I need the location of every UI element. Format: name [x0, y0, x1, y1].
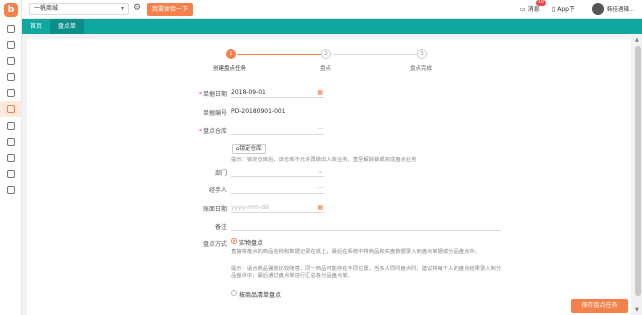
method-label: 盘点方式 [202, 241, 227, 248]
warehouse-icon[interactable] [7, 105, 15, 113]
messages-badge: 10 [536, 0, 546, 6]
step-2-label: 盘点 [320, 66, 332, 72]
scroll-up-icon[interactable]: ▲ [635, 37, 639, 43]
remark-field[interactable] [231, 221, 501, 231]
user-name[interactable]: 韩佳遇辣… [607, 5, 635, 13]
chevron-down-icon: ▾ [120, 5, 124, 12]
calendar-icon[interactable]: ▦ [317, 88, 323, 97]
account-date-label: 账面日期 [202, 206, 227, 213]
method-physical-hint: 提示：适合商品摆放比较随意，同一商品可能存在不同位置。当多人同时盘点时，建议将每… [231, 266, 502, 279]
number-label: 单据编号 [202, 110, 227, 117]
scroll-down-icon[interactable]: ▼ [635, 307, 639, 313]
more-icon[interactable]: ··· [317, 184, 323, 193]
feedback-button[interactable]: 我要体验一下 [147, 3, 193, 16]
number-value: PD-20180901-001 [231, 108, 286, 115]
save-task-button[interactable]: 保存盘点任务 [571, 299, 628, 313]
date-value: 2018-09-01 [231, 89, 266, 96]
step-3-circle: 3 [417, 49, 427, 59]
top-bar: 一帆商城 ▾ ⚙ 我要体验一下 ▭ 消息 10 ▯ App下 韩佳遇辣… [22, 0, 642, 19]
scrollbar[interactable]: ▲ ▼ [634, 36, 642, 315]
handler-label: 经手人 [208, 187, 227, 194]
method-physical-desc: 直接将盘点的商品名称和数据记录在纸上，最后在系统中将商品和实盘数据录入到盘点单据… [231, 249, 480, 255]
report-icon[interactable] [7, 122, 15, 130]
card-icon[interactable] [7, 138, 15, 146]
warehouse-label: *盘点仓库 [198, 128, 227, 135]
cart-icon[interactable] [7, 89, 15, 97]
more-icon[interactable]: ··· [317, 125, 323, 134]
step-connector-1 [237, 54, 321, 55]
box-icon[interactable] [7, 73, 15, 81]
method-physical-radio[interactable] [231, 238, 237, 244]
dept-select[interactable]: ⌄ [231, 167, 324, 177]
account-date-field[interactable]: yyyy-mm-dd ▦ [231, 203, 324, 213]
main-panel: 1 2 3 创建盘点任务 盘点 盘点完成 *单据日期 2018-09-01 ▦ … [27, 38, 631, 315]
home-icon[interactable] [7, 25, 15, 33]
refresh-icon[interactable] [7, 170, 15, 178]
warehouse-field[interactable]: ··· [231, 125, 324, 135]
avatar[interactable] [592, 3, 604, 15]
calendar-icon[interactable]: ▦ [317, 203, 323, 212]
method-list-label[interactable]: 按商品清单盘点 [239, 290, 281, 299]
dept-label: 部门 [214, 170, 227, 177]
date-field[interactable]: 2018-09-01 ▦ [231, 88, 324, 98]
document-icon[interactable] [7, 186, 15, 194]
step-1-circle: 1 [226, 49, 236, 59]
app-download-link[interactable]: ▯ App下 [552, 4, 575, 13]
step-3-label: 盘点完成 [410, 66, 433, 72]
scroll-thumb[interactable] [635, 46, 641, 296]
lock-hint: 提示：锁定仓库后，该仓库不允许再做出入库业务，直至解除锁或完成盘点业务 [231, 157, 417, 163]
calendar-icon[interactable] [7, 41, 15, 49]
lock-warehouse-button[interactable]: ⌂锁定仓库 [232, 144, 266, 154]
store-select-value: 一帆商城 [34, 5, 59, 12]
app-label: App下 [557, 6, 575, 13]
handler-field[interactable]: ··· [231, 184, 324, 194]
chevron-down-icon: ⌄ [317, 168, 323, 175]
user-icon[interactable] [7, 154, 15, 162]
left-sidebar: b [0, 0, 22, 315]
tab-home[interactable]: 首页 [24, 19, 48, 34]
account-date-placeholder: yyyy-mm-dd [231, 204, 269, 211]
method-physical-label[interactable]: 实物盘点 [239, 238, 263, 247]
tag-icon[interactable] [7, 57, 15, 65]
step-1-label: 创建盘点任务 [213, 66, 247, 72]
remark-label: 备注 [214, 224, 227, 231]
tab-bar: 首页 盘点单 [22, 19, 642, 34]
message-icon: ▭ [520, 6, 528, 13]
method-list-radio[interactable] [231, 290, 237, 296]
gear-icon[interactable]: ⚙ [133, 4, 141, 13]
tab-stocktake[interactable]: 盘点单 [50, 19, 85, 34]
messages-label: 消息 [527, 6, 540, 13]
step-connector-2 [333, 54, 417, 55]
step-2-circle: 2 [321, 49, 331, 59]
app-logo[interactable]: b [4, 3, 18, 17]
date-label: *单据日期 [198, 91, 227, 98]
store-select[interactable]: 一帆商城 ▾ [29, 3, 129, 15]
